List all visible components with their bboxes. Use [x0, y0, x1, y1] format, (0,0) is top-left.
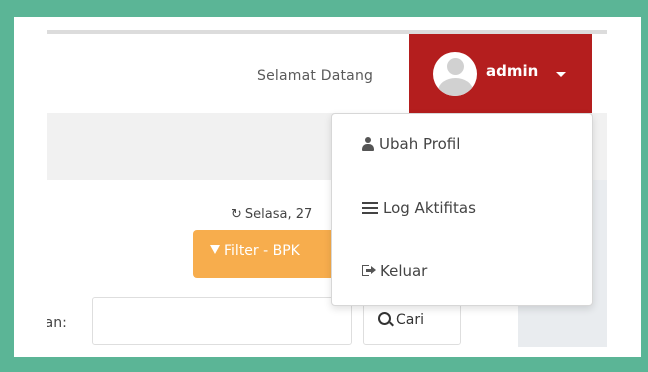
filter-button[interactable]: Filter - BPK: [193, 230, 353, 278]
search-icon: [378, 311, 391, 325]
avatar: [433, 52, 477, 96]
refresh-icon[interactable]: ↻: [231, 207, 242, 222]
list-icon: [362, 201, 378, 214]
inner-panel: Selamat Datang admin ↻ Selasa, 27 Filter …: [14, 17, 641, 357]
search-label: rian:: [47, 315, 67, 331]
top-navbar: Selamat Datang admin: [47, 30, 607, 117]
search-button-label: Cari: [396, 312, 424, 328]
menu-item-label: Log Aktifitas: [383, 199, 476, 217]
app-screen: Selamat Datang admin ↻ Selasa, 27 Filter …: [47, 30, 607, 347]
filter-icon: [210, 244, 220, 254]
user-dropdown-menu: Ubah Profil Log Aktifitas Keluar: [331, 113, 593, 306]
menu-item-ubah-profil[interactable]: Ubah Profil: [362, 135, 460, 153]
menu-item-keluar[interactable]: Keluar: [362, 262, 427, 280]
caret-down-icon: [556, 72, 566, 77]
date-text: Selasa, 27: [244, 207, 313, 222]
user-icon: [362, 136, 374, 151]
outer-frame: Selamat Datang admin ↻ Selasa, 27 Filter …: [0, 0, 648, 372]
date-display: ↻ Selasa, 27: [231, 207, 312, 222]
sign-out-icon: [362, 265, 376, 276]
user-name: admin: [486, 62, 539, 80]
menu-item-label: Ubah Profil: [379, 135, 461, 153]
search-input[interactable]: [92, 297, 352, 345]
menu-item-log-aktifitas[interactable]: Log Aktifitas: [362, 199, 476, 217]
menu-item-label: Keluar: [380, 262, 428, 280]
welcome-text: Selamat Datang: [257, 68, 374, 84]
user-menu-button[interactable]: admin: [409, 34, 592, 117]
filter-button-label: Filter - BPK: [224, 243, 300, 259]
